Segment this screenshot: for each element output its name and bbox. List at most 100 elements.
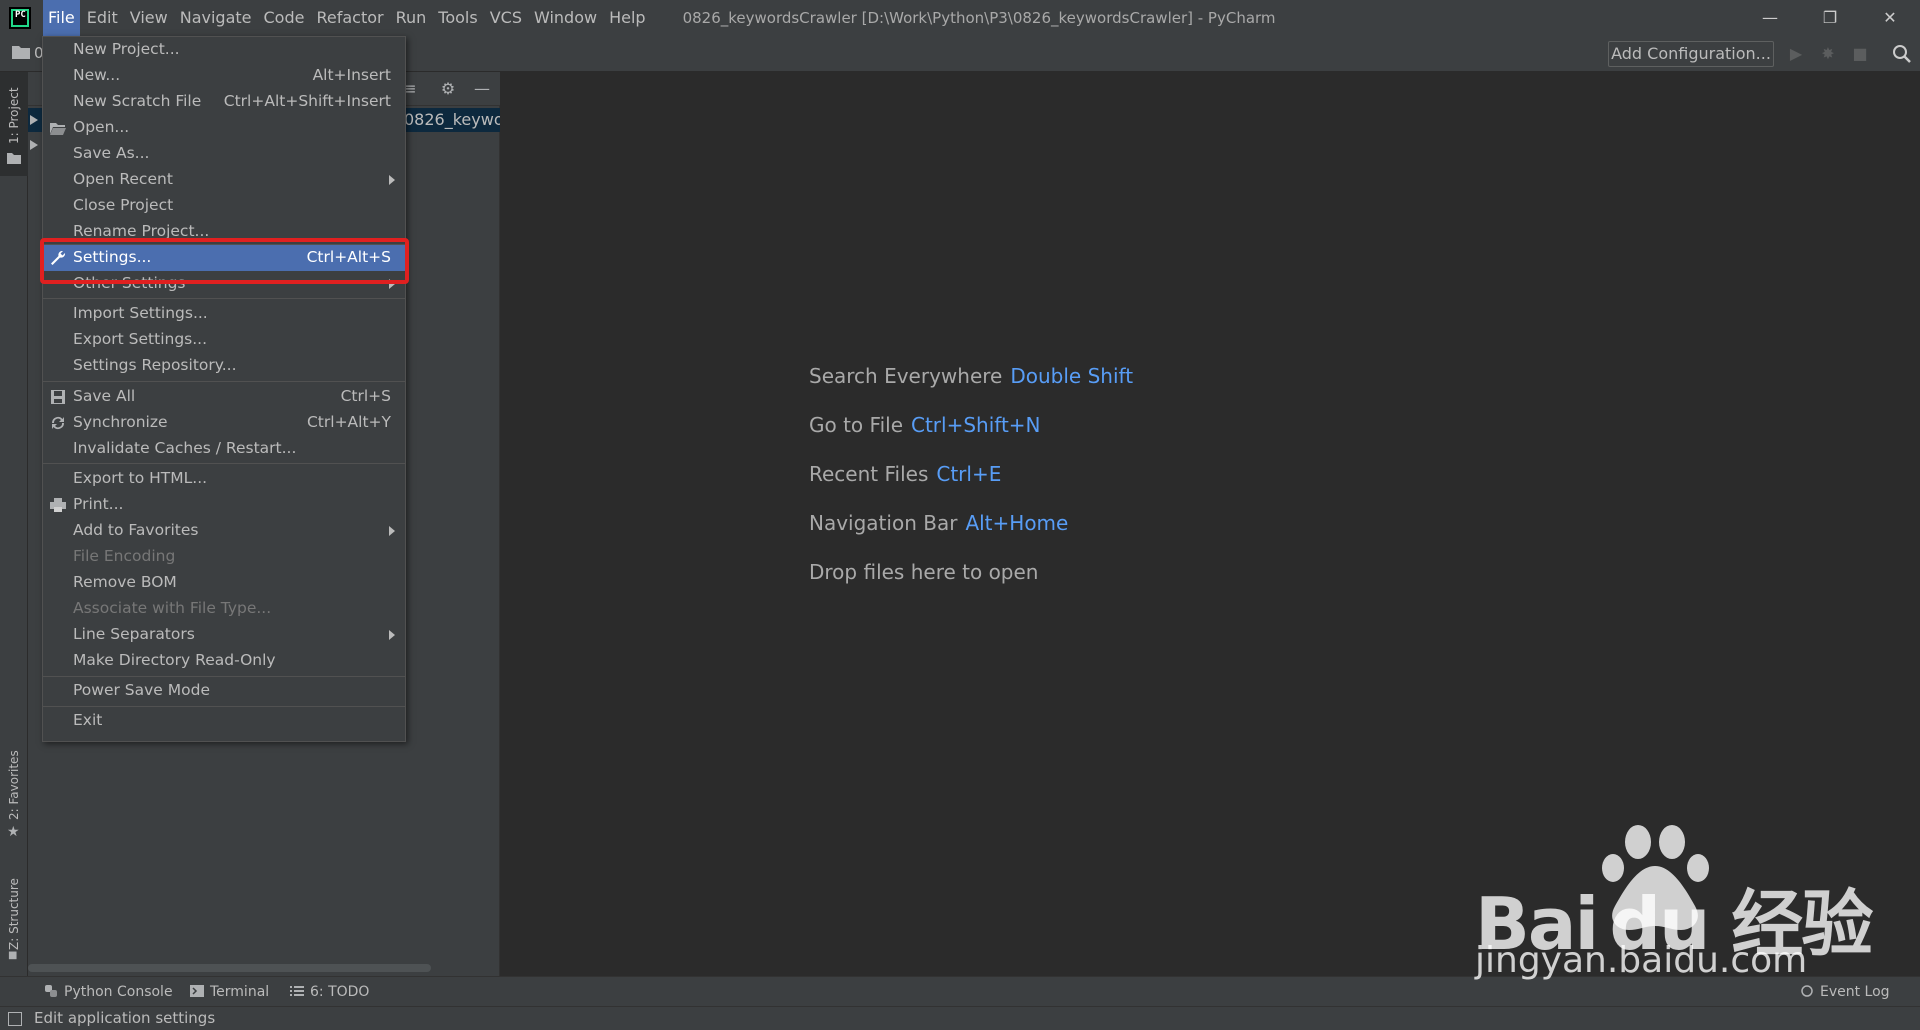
expand-arrow-icon[interactable]	[30, 140, 38, 150]
todo-list-icon	[290, 986, 304, 996]
hint-label: Drop files here to open	[809, 560, 1039, 584]
tab-todo-label: 6: TODO	[310, 984, 370, 1000]
status-text: Edit application settings	[34, 1009, 216, 1027]
menu-item-label: Exit	[73, 711, 103, 729]
folder-icon[interactable]	[12, 45, 30, 59]
menu-separator	[43, 706, 405, 707]
close-window-button[interactable]: ✕	[1860, 0, 1920, 36]
hint-shortcut[interactable]: Ctrl+E	[936, 462, 1001, 486]
menu-item-synchronize[interactable]: Synchronize Ctrl+Alt+Y	[43, 410, 405, 436]
menu-view[interactable]: View	[125, 0, 173, 36]
menu-item-label: Open Recent	[73, 170, 173, 188]
menu-navigate[interactable]: Navigate	[175, 0, 257, 36]
menu-item-shortcut: Ctrl+Alt+Shift+Insert	[223, 92, 391, 110]
menu-item-save-all[interactable]: Save All Ctrl+S	[43, 384, 405, 410]
menu-item-file-encoding: File Encoding	[43, 544, 405, 570]
menu-window[interactable]: Window	[529, 0, 602, 36]
menu-separator	[43, 676, 405, 677]
menu-item-label: New...	[73, 66, 121, 84]
menu-item-label: Add to Favorites	[73, 521, 199, 539]
hint-shortcut[interactable]: Double Shift	[1010, 364, 1133, 388]
menu-separator	[43, 381, 405, 382]
sync-icon	[51, 416, 65, 430]
menu-item-remove-bom[interactable]: Remove BOM	[43, 570, 405, 596]
toggle-tool-windows-icon[interactable]	[8, 1012, 22, 1026]
restore-button[interactable]: ❐	[1800, 0, 1860, 36]
menu-item-label: Associate with File Type...	[73, 599, 272, 617]
stop-icon[interactable]: ■	[1850, 44, 1870, 64]
menu-item-new-scratch-file[interactable]: New Scratch File Ctrl+Alt+Shift+Insert	[43, 89, 405, 115]
menu-item-close-project[interactable]: Close Project	[43, 193, 405, 219]
hint-recent-files: Recent Files Ctrl+E	[809, 462, 1001, 486]
menu-item-label: Save All	[73, 387, 136, 405]
menu-item-label: Line Separators	[73, 625, 195, 643]
debug-icon[interactable]: ✸	[1818, 44, 1838, 64]
python-icon	[45, 985, 57, 997]
left-tool-strip: 1: Project 2: Favorites ★ Z: Structure ■	[0, 72, 28, 976]
menu-item-line-separators[interactable]: Line Separators	[43, 622, 405, 648]
menu-item-power-save-mode[interactable]: Power Save Mode	[43, 678, 405, 704]
menu-item-open-recent[interactable]: Open Recent	[43, 167, 405, 193]
minimize-button[interactable]: —	[1740, 0, 1800, 36]
menu-separator	[43, 463, 405, 464]
menu-item-import-settings[interactable]: Import Settings...	[43, 301, 405, 327]
printer-icon	[50, 498, 66, 512]
menu-item-shortcut: Ctrl+S	[340, 387, 391, 405]
run-icon[interactable]: ▶	[1786, 44, 1806, 64]
menu-refactor[interactable]: Refactor	[311, 0, 388, 36]
menu-file[interactable]: File	[43, 0, 80, 36]
window-title: 0826_keywordsCrawler [D:\Work\Python\P3\…	[682, 9, 1276, 27]
menu-tools[interactable]: Tools	[433, 0, 482, 36]
star-icon: ★	[7, 824, 20, 840]
baidu-paw-logo	[1602, 825, 1709, 930]
tab-python-console[interactable]: Python Console	[44, 984, 173, 1000]
tab-terminal[interactable]: Terminal	[190, 984, 269, 1000]
hint-label: Navigation Bar	[809, 511, 958, 535]
gear-icon[interactable]: ⚙	[438, 79, 458, 99]
menu-item-shortcut: Alt+Insert	[312, 66, 391, 84]
add-configuration-button[interactable]: Add Configuration...	[1608, 41, 1774, 67]
menu-item-save-as[interactable]: Save As...	[43, 141, 405, 167]
status-bar: Edit application settings	[0, 1006, 1920, 1030]
menu-item-open[interactable]: Open...	[43, 115, 405, 141]
tab-python-console-label: Python Console	[64, 984, 173, 1000]
menu-item-add-to-favorites[interactable]: Add to Favorites	[43, 518, 405, 544]
menu-item-export-to-html[interactable]: Export to HTML...	[43, 466, 405, 492]
menu-edit[interactable]: Edit	[82, 0, 123, 36]
menu-item-label: Remove BOM	[73, 573, 177, 591]
structure-icon: ■	[8, 950, 18, 961]
menu-item-invalidate-caches[interactable]: Invalidate Caches / Restart...	[43, 436, 405, 462]
menu-item-label: Make Directory Read-Only	[73, 651, 276, 669]
menu-item-label: Close Project	[73, 196, 174, 214]
menu-item-make-read-only[interactable]: Make Directory Read-Only	[43, 648, 405, 674]
hint-label: Search Everywhere	[809, 364, 1003, 388]
menu-item-export-settings[interactable]: Export Settings...	[43, 327, 405, 353]
menu-item-new[interactable]: New... Alt+Insert	[43, 63, 405, 89]
tab-todo[interactable]: 6: TODO	[290, 984, 369, 1000]
menu-item-label: Save As...	[73, 144, 150, 162]
menu-run[interactable]: Run	[391, 0, 432, 36]
menu-item-label: New Project...	[73, 40, 180, 58]
menu-vcs[interactable]: VCS	[485, 0, 527, 36]
hint-shortcut[interactable]: Alt+Home	[965, 511, 1068, 535]
menu-item-associate-file-type: Associate with File Type...	[43, 596, 405, 622]
menu-item-label: Settings Repository...	[73, 356, 237, 374]
menu-item-new-project[interactable]: New Project...	[43, 37, 405, 63]
expand-arrow-icon[interactable]	[30, 115, 38, 125]
tab-event-log-label: Event Log	[1820, 984, 1890, 1000]
tool-tab-structure[interactable]: Z: Structure ■	[0, 862, 28, 962]
tool-tab-favorites[interactable]: 2: Favorites ★	[0, 744, 28, 844]
menu-item-print[interactable]: Print...	[43, 492, 405, 518]
tool-tab-project[interactable]: 1: Project	[0, 72, 28, 176]
submenu-arrow-icon	[389, 526, 395, 536]
menu-item-label: Export Settings...	[73, 330, 208, 348]
menu-item-label: Synchronize	[73, 413, 168, 431]
menu-item-settings-repository[interactable]: Settings Repository...	[43, 353, 405, 379]
hide-panel-icon[interactable]: —	[472, 79, 492, 99]
hint-shortcut[interactable]: Ctrl+Shift+N	[911, 413, 1041, 437]
menu-help[interactable]: Help	[604, 0, 650, 36]
horizontal-scrollbar[interactable]	[28, 964, 431, 972]
menu-item-exit[interactable]: Exit	[43, 708, 405, 734]
menu-code[interactable]: Code	[259, 0, 310, 36]
search-icon[interactable]	[1892, 44, 1912, 64]
